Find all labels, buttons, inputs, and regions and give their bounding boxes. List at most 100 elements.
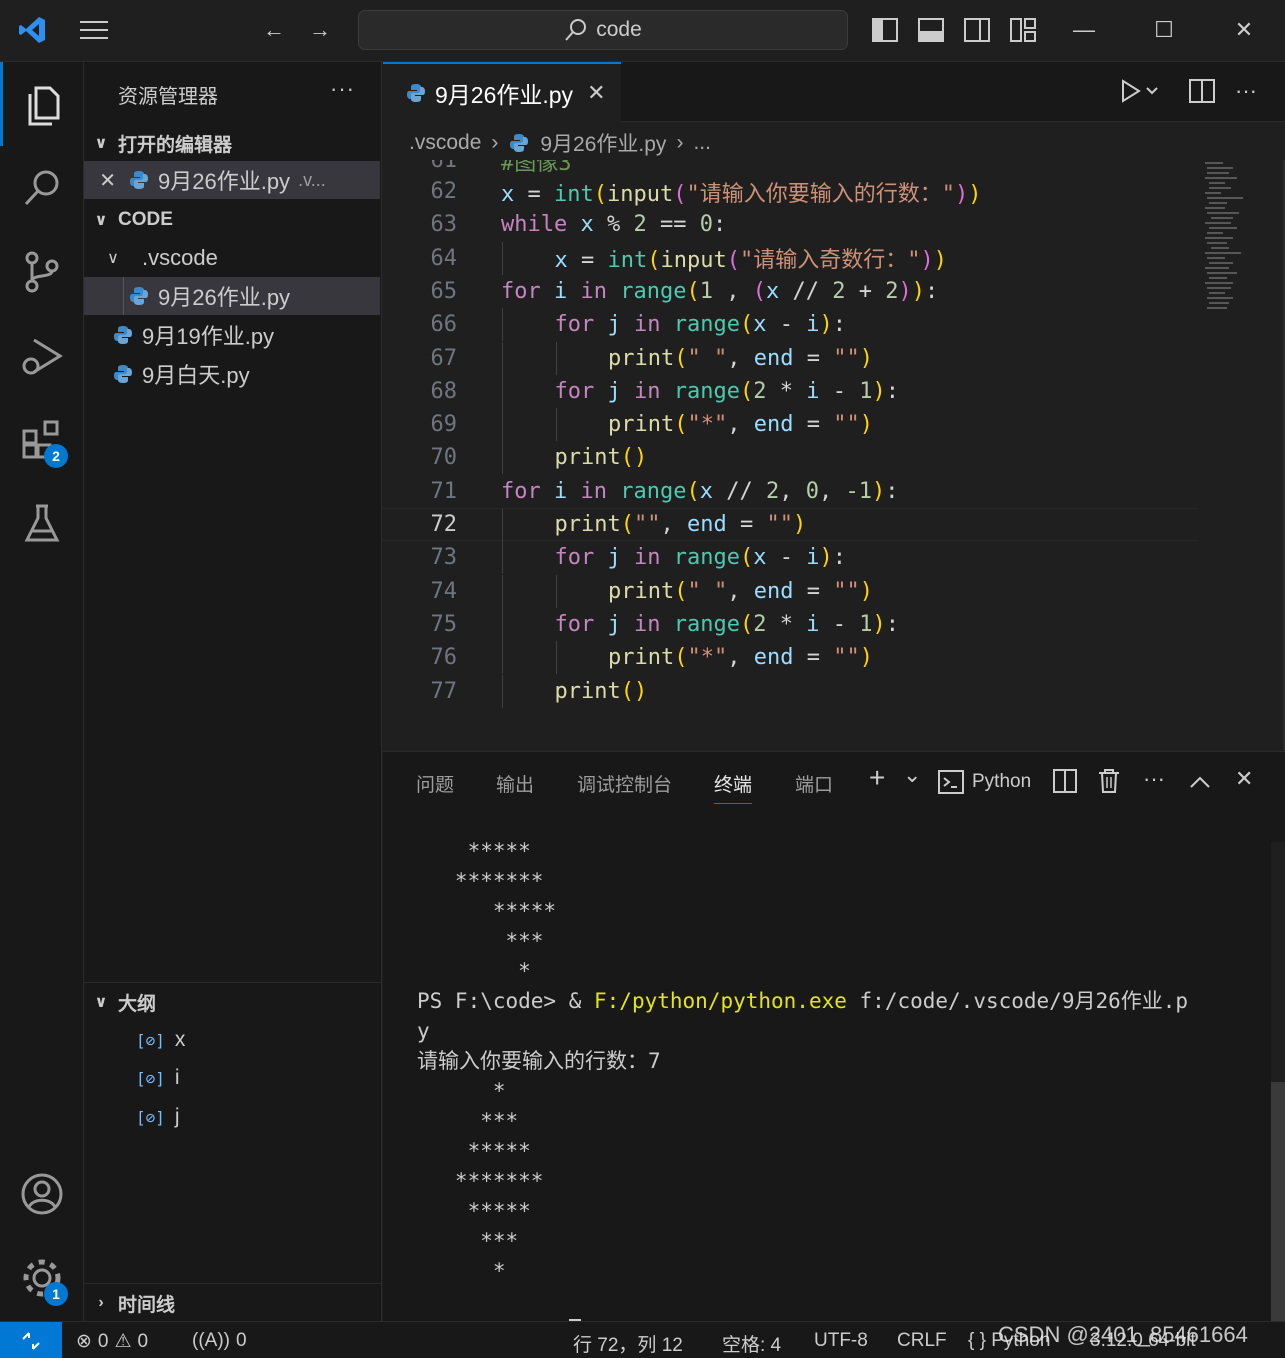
- close-editor-icon[interactable]: ✕: [84, 168, 128, 193]
- run-file-icon[interactable]: [1119, 78, 1159, 110]
- toggle-secondary-sidebar-icon[interactable]: [961, 14, 993, 46]
- testing-flask-icon[interactable]: [0, 482, 84, 566]
- warning-count: 0: [137, 1330, 149, 1352]
- warning-icon: ⚠: [114, 1331, 132, 1352]
- breadcrumb-folder[interactable]: .vscode: [409, 131, 481, 155]
- terminal-scroll-thumb[interactable]: [1271, 1082, 1285, 1322]
- line-endings[interactable]: CRLF: [897, 1330, 947, 1352]
- split-terminal-icon[interactable]: [1053, 768, 1077, 800]
- folder-vscode[interactable]: ∨ .vscode: [84, 239, 380, 277]
- code-folder-header[interactable]: ∨ CODE: [84, 202, 382, 238]
- file-item[interactable]: 9月19作业.py: [84, 316, 380, 354]
- account-icon[interactable]: [0, 1152, 84, 1236]
- terminal-line: PS F:\code> & F:/python/python.exe f:/co…: [417, 989, 1189, 1013]
- close-tab-icon[interactable]: ✕: [587, 80, 605, 106]
- broadcast-icon: ((A)): [192, 1330, 230, 1351]
- maximize-panel-icon[interactable]: [1189, 770, 1211, 796]
- editor-tabs: 9月26作业.py ✕ ···: [383, 62, 1285, 122]
- back-arrow-icon[interactable]: ←: [258, 14, 290, 46]
- outline-item-i[interactable]: [⊘] i: [136, 1059, 180, 1097]
- outline-item-x[interactable]: [⊘] x: [136, 1021, 185, 1059]
- code-editor[interactable]: 61 #图像3 62 x = int(input("请输入你要输入的行数：")) 6…: [383, 160, 1285, 750]
- open-editor-desc: .v...: [298, 169, 326, 190]
- indent-guide: [502, 241, 503, 275]
- ports-count: 0: [235, 1330, 247, 1351]
- status-bar: ⊗ 0 ⚠ 0 ((A)) 0 行 72，列 12 空格: 4 UTF-8 CR…: [0, 1321, 1285, 1358]
- terminal-icon: [938, 770, 964, 794]
- open-editor-item[interactable]: ✕ 9月26作业.py .v...: [84, 161, 380, 199]
- code-text: print("*", end = ""): [608, 645, 873, 671]
- code-line: 65 for i in range(1 , (x // 2 + 2)):: [383, 275, 1198, 308]
- indentation[interactable]: 空格: 4: [722, 1330, 781, 1357]
- terminal-line: *******: [417, 869, 544, 893]
- tab-problems[interactable]: 问题: [416, 770, 454, 797]
- terminal-dropdown-icon[interactable]: ⌄: [903, 762, 921, 788]
- outline-item-label: j: [174, 1105, 180, 1128]
- cursor-position[interactable]: 行 72，列 12: [573, 1330, 683, 1357]
- toggle-panel-icon[interactable]: [915, 14, 947, 46]
- breadcrumb-symbol[interactable]: ...: [693, 131, 711, 155]
- minimap[interactable]: [1203, 160, 1263, 320]
- run-debug-icon[interactable]: [0, 314, 84, 398]
- tab-terminal[interactable]: 终端: [714, 770, 753, 804]
- indent-guide: [555, 341, 557, 375]
- maximize-button[interactable]: ☐: [1148, 14, 1180, 46]
- chevron-down-icon: ∨: [94, 135, 108, 152]
- terminal-line: ***: [417, 1229, 519, 1253]
- breadcrumb-file[interactable]: 9月26作业.py: [540, 128, 666, 158]
- file-item-active[interactable]: 9月26作业.py: [84, 277, 380, 315]
- close-window-button[interactable]: ✕: [1228, 14, 1260, 46]
- outline-header[interactable]: ∨ 大纲: [84, 984, 382, 1020]
- indent-guide: [502, 374, 503, 408]
- command-center-search[interactable]: code: [358, 10, 848, 50]
- extensions-icon[interactable]: 2: [0, 398, 84, 482]
- code-line: 70 print(): [383, 441, 1198, 475]
- line-number: 77: [430, 678, 458, 704]
- terminal-selector[interactable]: Python: [938, 770, 1031, 794]
- search-activity-icon[interactable]: [0, 146, 84, 230]
- encoding[interactable]: UTF-8: [814, 1330, 868, 1352]
- bottom-panel: 问题 输出 调试控制台 终端 端口 + ⌄ Python ··· ✕ *****…: [383, 751, 1285, 1345]
- line-number: 66: [430, 312, 458, 338]
- close-panel-icon[interactable]: ✕: [1235, 766, 1253, 792]
- panel-more-icon[interactable]: ···: [1143, 766, 1165, 792]
- tab-active-file[interactable]: 9月26作业.py ✕: [383, 62, 621, 122]
- source-control-icon[interactable]: [0, 230, 84, 314]
- settings-gear-icon[interactable]: 1: [0, 1236, 84, 1320]
- terminal-line: *: [417, 1259, 506, 1283]
- remote-icon[interactable]: [0, 1322, 62, 1358]
- forward-arrow-icon[interactable]: →: [304, 14, 336, 46]
- open-editor-label: 9月26作业.py: [158, 169, 291, 194]
- ports-status[interactable]: ((A)) 0: [192, 1330, 247, 1352]
- open-editors-header[interactable]: ∨ 打开的编辑器: [84, 125, 382, 161]
- customize-layout-icon[interactable]: [1007, 14, 1039, 46]
- tab-debug-console[interactable]: 调试控制台: [577, 770, 672, 797]
- indent-guide: [555, 574, 557, 608]
- trash-icon[interactable]: [1098, 768, 1120, 800]
- editor-more-icon[interactable]: ···: [1235, 78, 1257, 104]
- code-text: for j in range(x - i):: [554, 312, 846, 338]
- file-item[interactable]: 9月白天.py: [84, 355, 380, 393]
- tab-ports[interactable]: 端口: [795, 770, 833, 797]
- search-text: code: [596, 18, 642, 41]
- code-text: while x % 2 == 0:: [501, 212, 727, 238]
- toggle-sidebar-icon[interactable]: [869, 14, 901, 46]
- outline-item-j[interactable]: [⊘] j: [136, 1098, 180, 1136]
- problems-status[interactable]: ⊗ 0 ⚠ 0: [76, 1330, 148, 1353]
- sidebar-more-icon[interactable]: ···: [330, 76, 355, 102]
- explorer-activity-icon[interactable]: [0, 62, 84, 146]
- timeline-header[interactable]: › 时间线: [84, 1285, 382, 1321]
- python-file-icon: [130, 171, 148, 189]
- line-number: 69: [430, 412, 458, 438]
- tab-output[interactable]: 输出: [496, 770, 534, 797]
- split-editor-icon[interactable]: [1189, 78, 1215, 110]
- code-text: x = int(input("请输入奇数行：")): [554, 248, 947, 274]
- chevron-right-icon: ›: [676, 131, 684, 154]
- code-line: 62 x = int(input("请输入你要输入的行数：")): [383, 175, 1198, 208]
- outline-item-label: i: [174, 1066, 180, 1089]
- indent-guide: [555, 408, 557, 442]
- menu-icon[interactable]: [78, 14, 110, 46]
- new-terminal-button[interactable]: +: [869, 762, 885, 794]
- minimize-button[interactable]: —: [1068, 14, 1100, 46]
- line-number: 63: [430, 212, 458, 238]
